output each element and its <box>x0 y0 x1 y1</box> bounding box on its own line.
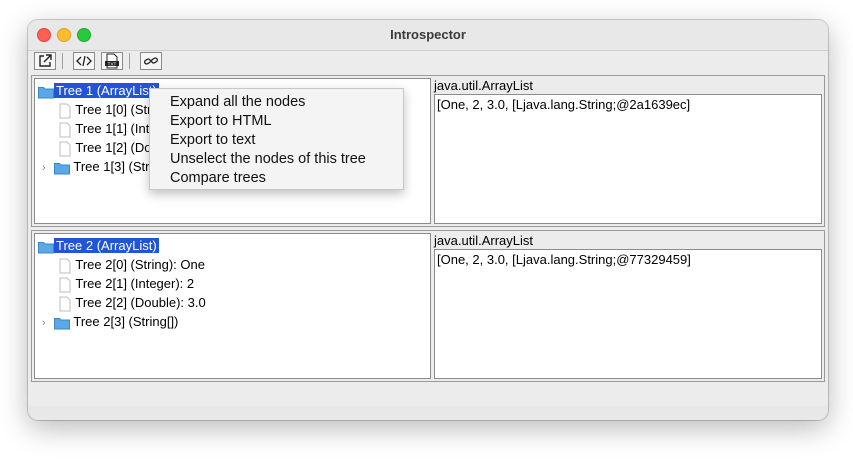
introspector-window: Introspector TXT Tree 1 (ArrayList) Tree… <box>28 20 828 420</box>
code-view-button[interactable] <box>73 52 95 70</box>
tree-node-label: Tree 1[1] (Inte <box>75 121 157 136</box>
folder-icon <box>38 86 54 99</box>
status-bar <box>28 406 828 420</box>
detail-title: java.util.ArrayList <box>434 233 533 248</box>
code-tags-icon <box>76 55 92 67</box>
menu-item-unselect-nodes[interactable]: Unselect the nodes of this tree <box>170 150 366 169</box>
tree-node-label: Tree 2[3] (String[]) <box>73 314 179 329</box>
open-external-button[interactable] <box>34 52 56 70</box>
txt-file-icon: TXT <box>105 53 119 69</box>
folder-icon <box>54 162 70 175</box>
detail-value-text[interactable]: [One, 2, 3.0, [Ljava.lang.String;@773294… <box>434 249 822 379</box>
link-button[interactable] <box>140 52 162 70</box>
tree-node[interactable]: Tree 1[0] (Stri <box>58 101 154 119</box>
toolbar: TXT <box>28 51 828 73</box>
svg-text:TXT: TXT <box>108 61 117 66</box>
folder-icon <box>54 317 70 330</box>
tree-view-2[interactable]: Tree 2 (ArrayList) Tree 2[0] (String): O… <box>34 233 431 379</box>
chevron-right-icon[interactable]: › <box>42 314 54 332</box>
tree-node[interactable]: Tree 1[2] (Dou <box>58 139 159 157</box>
tree-node-label: Tree 2[0] (String): One <box>75 257 205 272</box>
tree-root-node[interactable]: Tree 2 (ArrayList) <box>38 237 159 255</box>
toolbar-separator <box>62 53 63 69</box>
tree-node-label: Tree 1[3] (Strin <box>73 159 160 174</box>
tree-node[interactable]: › Tree 1[3] (Strin <box>42 158 160 176</box>
window-title: Introspector <box>390 27 466 42</box>
tree-root-label: Tree 2 (ArrayList) <box>54 238 159 253</box>
menu-item-expand-all[interactable]: Expand all the nodes <box>170 93 305 112</box>
detail-value-text[interactable]: [One, 2, 3.0, [Ljava.lang.String;@2a1639… <box>434 94 822 224</box>
file-icon <box>59 103 71 119</box>
file-icon <box>59 122 71 138</box>
chevron-right-icon[interactable]: › <box>42 159 54 177</box>
file-icon <box>59 277 71 293</box>
tree-node-label: Tree 1[2] (Dou <box>75 140 159 155</box>
tree-root-node[interactable]: Tree 1 (ArrayList) <box>38 82 159 100</box>
file-icon <box>59 258 71 274</box>
toolbar-separator <box>129 53 130 69</box>
tree-node[interactable]: Tree 2[2] (Double): 3.0 <box>58 294 206 312</box>
tree-node[interactable]: Tree 2[1] (Integer): 2 <box>58 275 194 293</box>
file-icon <box>59 296 71 312</box>
tree-node[interactable]: › Tree 2[3] (String[]) <box>42 313 178 331</box>
tree-node-label: Tree 1[0] (Stri <box>75 102 155 117</box>
context-menu: Expand all the nodes Export to HTML Expo… <box>149 88 404 190</box>
menu-item-compare-trees[interactable]: Compare trees <box>170 169 266 188</box>
detail-pane-1: java.util.ArrayList [One, 2, 3.0, [Ljava… <box>434 78 822 224</box>
title-bar: Introspector <box>28 20 828 51</box>
tree-node[interactable]: Tree 1[1] (Inte <box>58 120 157 138</box>
menu-item-export-text[interactable]: Export to text <box>170 131 255 150</box>
open-external-icon <box>39 54 52 67</box>
detail-pane-2: java.util.ArrayList [One, 2, 3.0, [Ljava… <box>434 233 822 379</box>
tree-root-label: Tree 1 (ArrayList) <box>54 83 159 98</box>
tree-node-label: Tree 2[1] (Integer): 2 <box>75 276 195 291</box>
file-icon <box>59 141 71 157</box>
tree-panel-2: Tree 2 (ArrayList) Tree 2[0] (String): O… <box>31 230 825 382</box>
folder-icon <box>38 241 54 254</box>
link-icon <box>143 57 159 65</box>
detail-title: java.util.ArrayList <box>434 78 533 93</box>
tree-node-label: Tree 2[2] (Double): 3.0 <box>75 295 206 310</box>
tree-node[interactable]: Tree 2[0] (String): One <box>58 256 205 274</box>
export-text-button[interactable]: TXT <box>101 52 123 70</box>
menu-item-export-html[interactable]: Export to HTML <box>170 112 272 131</box>
